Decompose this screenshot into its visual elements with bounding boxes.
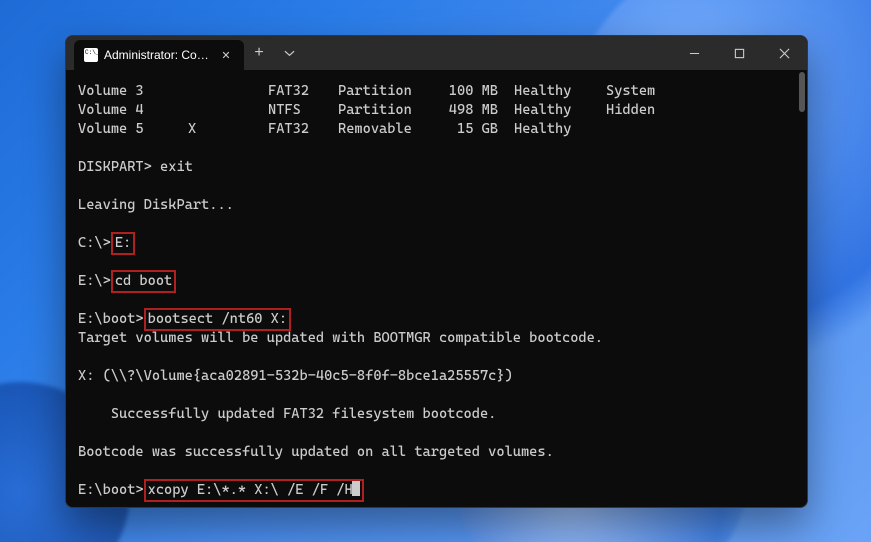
terminal-output[interactable]: Volume 3 FAT32 Partition 100 MB Healthy … bbox=[66, 70, 807, 507]
new-tab-button[interactable]: + bbox=[244, 36, 274, 70]
terminal-scrollbar[interactable] bbox=[797, 72, 805, 505]
highlight-cmd-xcopy: xcopy E:\*.* X:\ /E /F /H bbox=[144, 479, 364, 502]
output-line: Bootcode was successfully updated on all… bbox=[78, 443, 795, 462]
terminal-window: Administrator: Command Promp ✕ + Volume … bbox=[65, 35, 808, 508]
tab-title: Administrator: Command Promp bbox=[104, 48, 212, 62]
close-icon bbox=[779, 48, 790, 59]
output-line: E:\>cd boot bbox=[78, 272, 795, 291]
cmd-icon bbox=[84, 48, 98, 62]
tab-dropdown-button[interactable] bbox=[274, 36, 304, 70]
output-line: C:\>E: bbox=[78, 234, 795, 253]
highlight-cmd-bootsect: bootsect /nt60 X: bbox=[144, 308, 291, 331]
output-line: Leaving DiskPart... bbox=[78, 196, 795, 215]
maximize-icon bbox=[734, 48, 745, 59]
maximize-button[interactable] bbox=[717, 36, 762, 70]
output-line: Successfully updated FAT32 filesystem bo… bbox=[78, 405, 795, 424]
window-titlebar: Administrator: Command Promp ✕ + bbox=[66, 36, 807, 70]
output-line: DISKPART> exit bbox=[78, 158, 795, 177]
volume-row: Volume 5 X FAT32 Removable 15 GB Healthy bbox=[78, 120, 795, 139]
close-window-button[interactable] bbox=[762, 36, 807, 70]
chevron-down-icon bbox=[284, 48, 295, 59]
minimize-button[interactable] bbox=[672, 36, 717, 70]
scroll-thumb[interactable] bbox=[799, 72, 805, 112]
output-line: X: (\\?\Volume{aca02891-532b-40c5-8f0f-8… bbox=[78, 367, 795, 386]
volume-row: Volume 3 FAT32 Partition 100 MB Healthy … bbox=[78, 82, 795, 101]
text-caret bbox=[352, 481, 360, 496]
titlebar-drag-area[interactable] bbox=[304, 36, 672, 70]
active-tab[interactable]: Administrator: Command Promp ✕ bbox=[74, 40, 244, 70]
highlight-cmd-cdboot: cd boot bbox=[111, 270, 176, 293]
highlight-cmd-drive: E: bbox=[111, 232, 135, 255]
close-tab-button[interactable]: ✕ bbox=[218, 47, 234, 63]
output-line: Target volumes will be updated with BOOT… bbox=[78, 329, 795, 348]
output-line: E:\boot>bootsect /nt60 X: bbox=[78, 310, 795, 329]
current-input-line: E:\boot>xcopy E:\*.* X:\ /E /F /H bbox=[78, 481, 795, 500]
minimize-icon bbox=[689, 48, 700, 59]
volume-row: Volume 4 NTFS Partition 498 MB Healthy H… bbox=[78, 101, 795, 120]
